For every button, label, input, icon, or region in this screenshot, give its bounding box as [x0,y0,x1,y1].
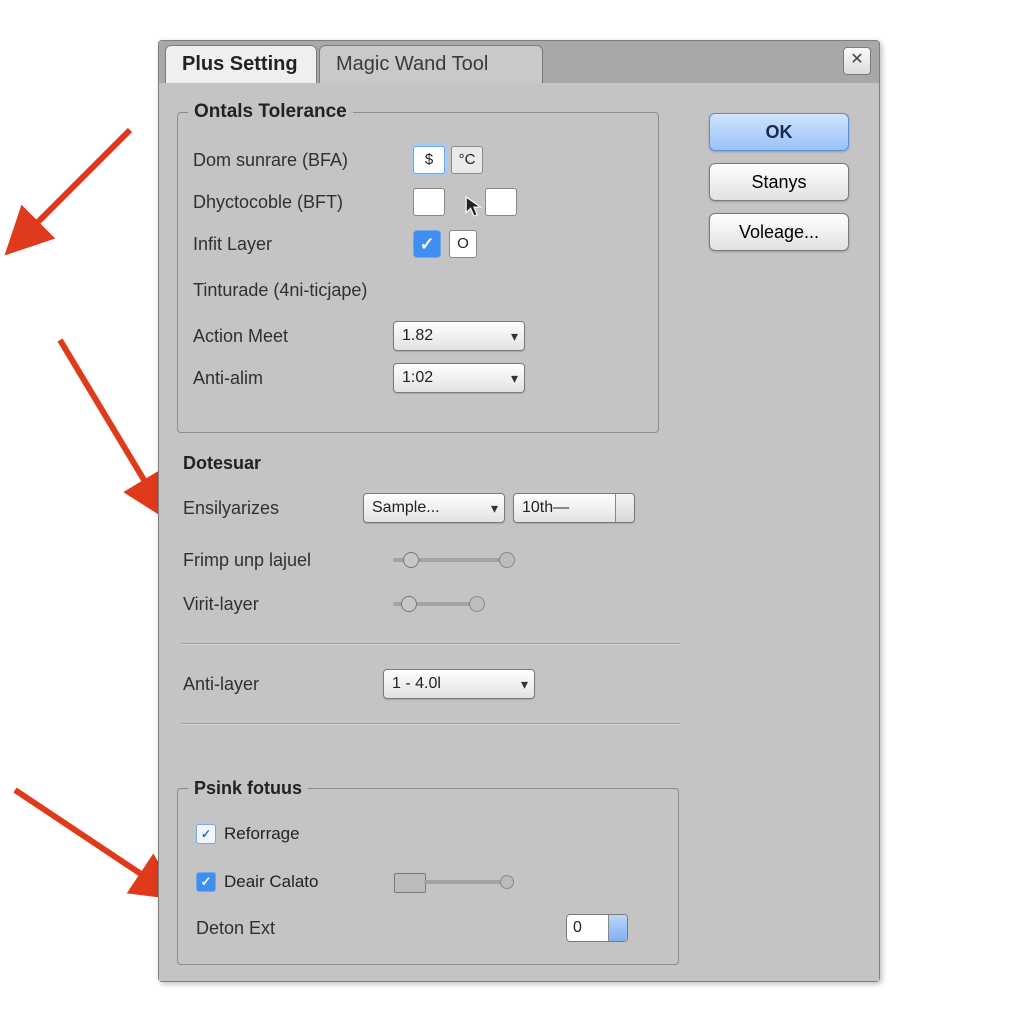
annotation-arrow-2 [20,330,170,500]
tab-magic-wand-tool[interactable]: Magic Wand Tool [319,45,543,84]
ontals-tolerance-legend: Ontals Tolerance [188,101,353,123]
deair-checkbox[interactable]: ✓ [196,872,216,892]
dom-field-2[interactable]: °C [451,146,483,174]
infit-layer-side[interactable]: O [449,230,477,258]
dhyct-box-left[interactable] [413,188,445,216]
deton-ext-spinner[interactable]: 0 ▲▼ [566,914,628,942]
action-meet-select[interactable]: 1.82 [393,321,525,351]
virit-slider[interactable] [393,594,483,614]
dialog-content: OK Stanys Voleage... Ontals Tolerance Do… [159,83,879,981]
voleage-button[interactable]: Voleage... [709,213,849,251]
annotation-arrow-3 [0,780,170,900]
ontals-tolerance-group: Ontals Tolerance Dom sunrare (BFA) $ °C … [177,101,659,433]
divider-1 [181,643,681,645]
psink-fotuus-group: Psink fotuus ✓ Reforrage ✓ Deair Calato … [177,778,679,965]
stanys-button[interactable]: Stanys [709,163,849,201]
dom-sunrare-label: Dom sunrare (BFA) [193,150,413,171]
ensilyarizes-combo[interactable]: Sample... [363,493,505,523]
tab-plus-setting[interactable]: Plus Setting [165,45,317,84]
action-meet-label: Action Meet [193,326,393,347]
frimp-label: Frimp unp lajuel [183,550,393,571]
settings-dialog: Plus Setting Magic Wand Tool ✕ OK Stanys… [158,40,880,982]
reforrage-checkbox[interactable]: ✓ [196,824,216,844]
ensilyarizes-label: Ensilyarizes [183,498,363,519]
stage: Plus Setting Magic Wand Tool ✕ OK Stanys… [0,0,1024,1024]
virit-layer-label: Virit-layer [183,594,393,615]
infit-layer-label: Infit Layer [193,234,413,255]
dotesuar-heading: Dotesuar [183,453,261,474]
anti-alim-label: Anti-alim [193,368,393,389]
dhyctocoble-label: Dhyctocoble (BFT) [193,192,413,213]
deair-label: Deair Calato [224,872,394,892]
tinturade-label: Tinturade (4ni-ticjape) [193,280,367,301]
divider-2 [181,723,681,725]
button-column: OK Stanys Voleage... [709,113,859,263]
anti-alim-select[interactable]: 1:02 [393,363,525,393]
ok-button[interactable]: OK [709,113,849,151]
psink-fotuus-legend: Psink fotuus [188,778,308,799]
deair-slider[interactable] [394,871,514,893]
anti-layer-select[interactable]: 1 - 4.0l [383,669,535,699]
tab-bar: Plus Setting Magic Wand Tool ✕ [159,41,879,83]
anti-layer-label: Anti-layer [183,674,383,695]
close-button[interactable]: ✕ [843,47,871,75]
ensilyarizes-spinner-value: 10th— [522,499,569,516]
infit-layer-checkbox[interactable]: ✓ [413,230,441,258]
ensilyarizes-spinner[interactable]: 10th— ▲▼ [513,493,635,523]
reforrage-label: Reforrage [224,824,300,844]
annotation-arrow-1 [10,120,140,250]
dom-field-1[interactable]: $ [413,146,445,174]
deton-ext-label: Deton Ext [196,918,566,939]
frimp-slider[interactable] [393,550,513,570]
dhyct-box-right[interactable] [485,188,517,216]
deton-ext-value: 0 [573,919,582,936]
